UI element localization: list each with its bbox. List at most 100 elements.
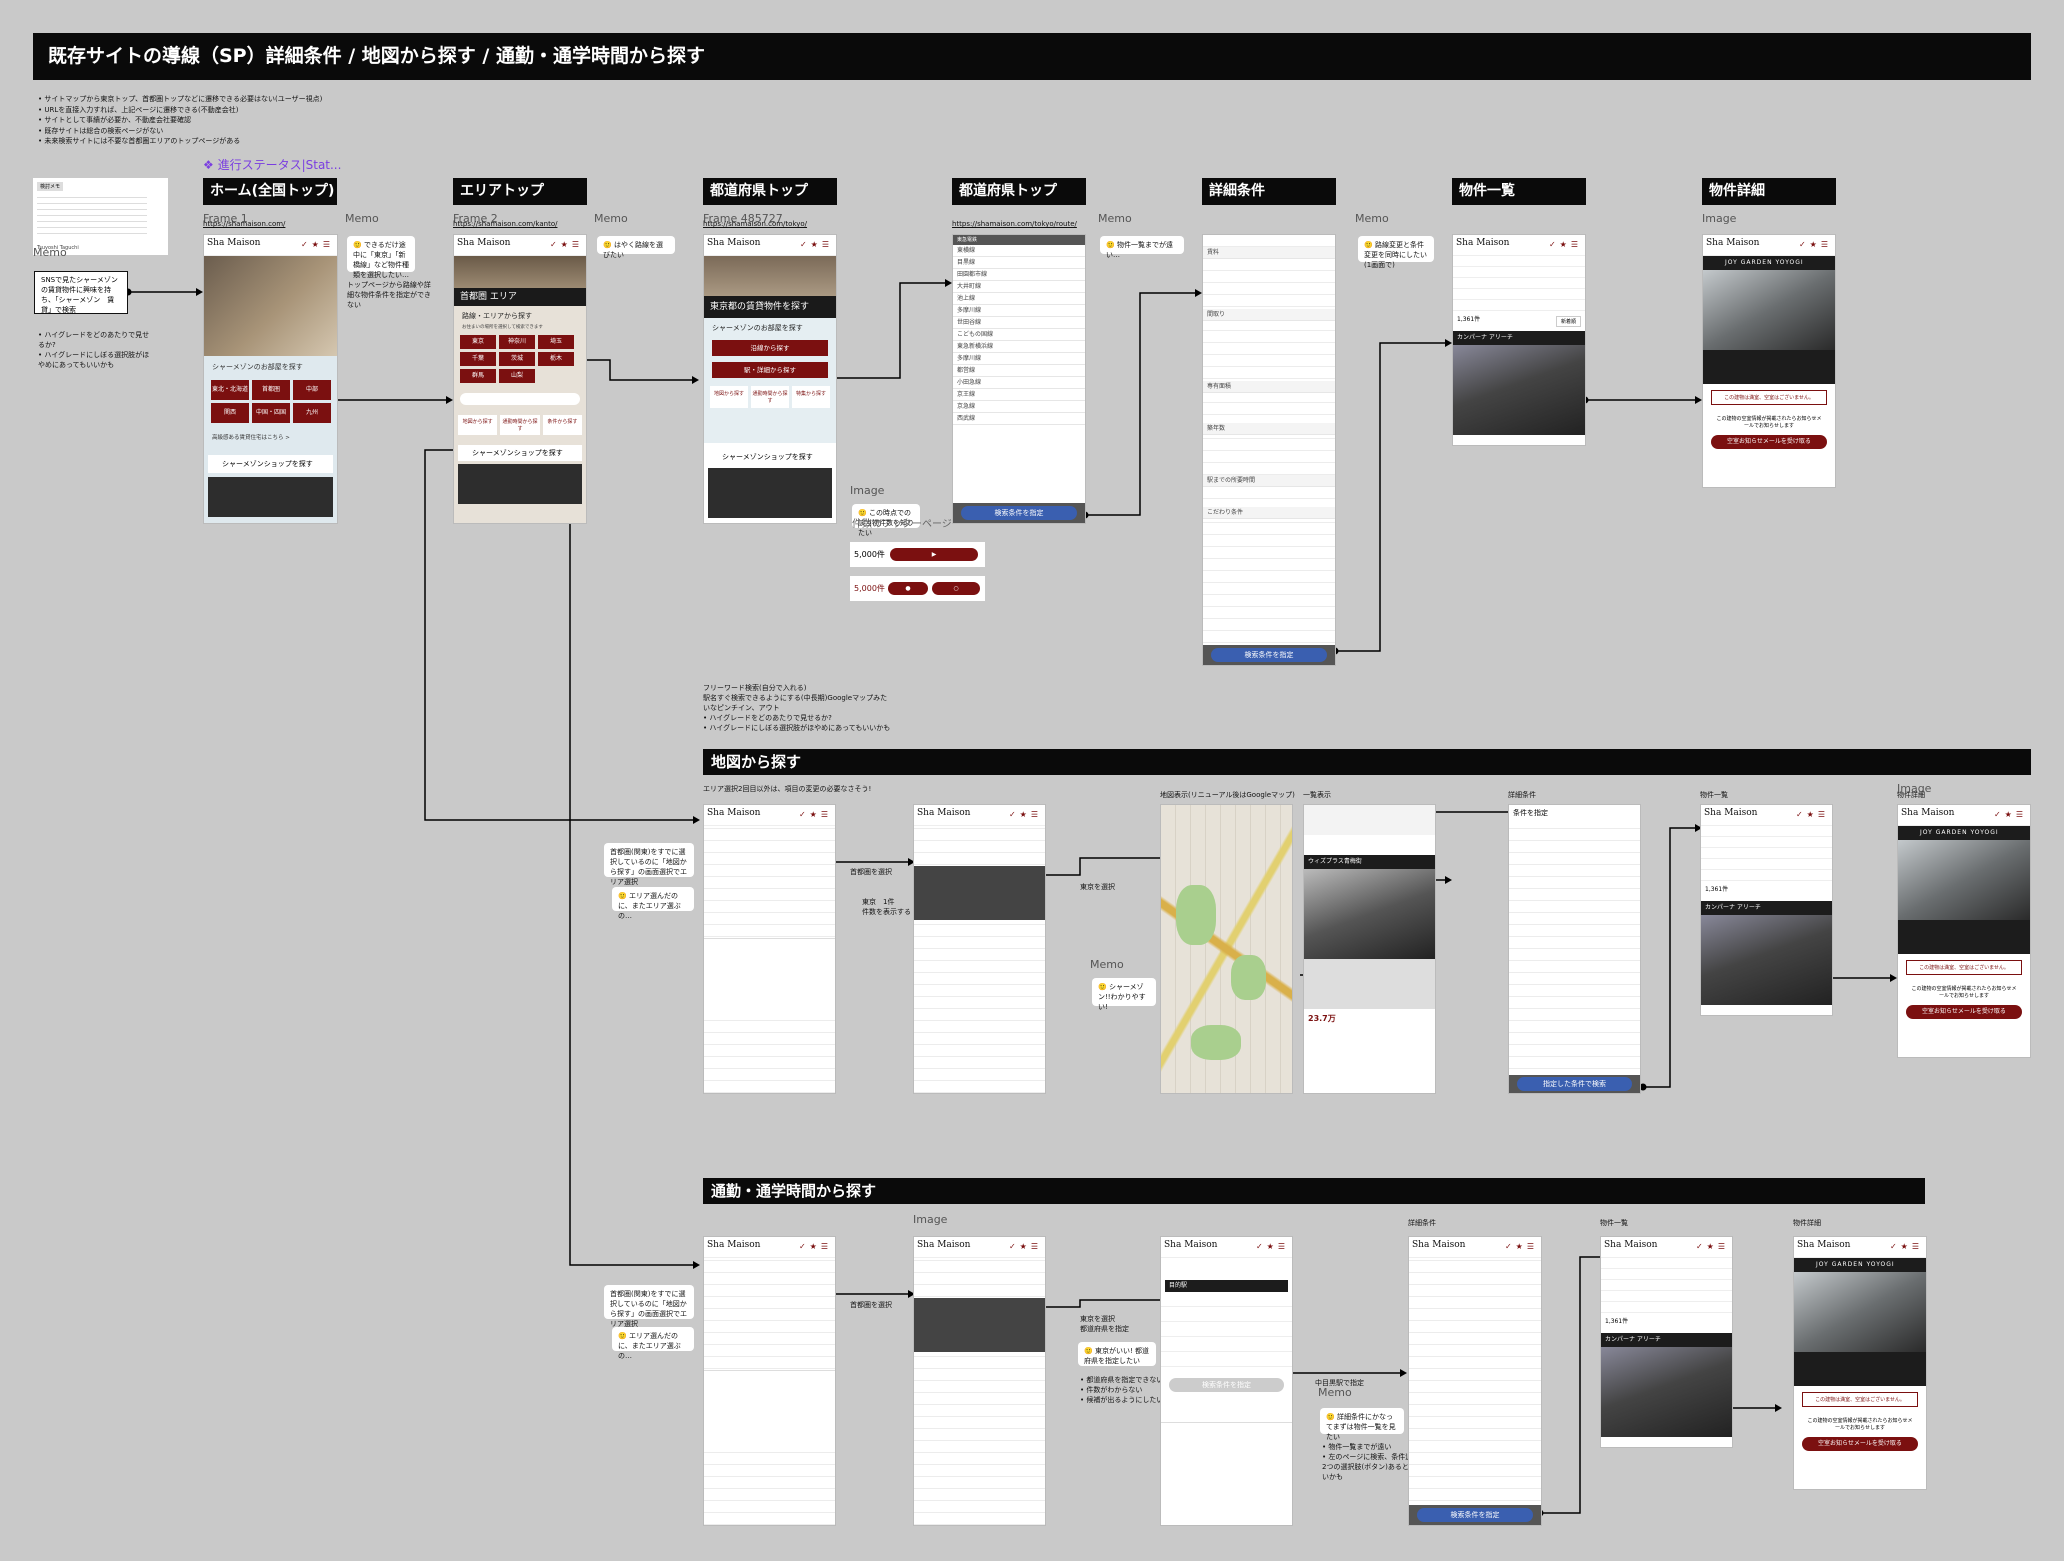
station-box[interactable]: 目的駅 (1165, 1280, 1288, 1292)
filter-rows[interactable] (1453, 256, 1585, 312)
route-cta-button[interactable]: 検索条件を指定 (961, 506, 1077, 520)
commute-station-screen: Sha Maison ✓★☰ 目的駅 検索条件を指定 (1160, 1236, 1293, 1526)
tab-feature[interactable]: 特集から探す (792, 386, 830, 408)
pref-button[interactable]: 神奈川 (499, 335, 535, 349)
filter-rows[interactable] (1701, 826, 1832, 882)
commute-cta-button[interactable]: 検索条件を指定 (1417, 1508, 1533, 1522)
detail-footer: 検索条件を指定 (1203, 645, 1335, 665)
region-button[interactable]: 中部 (293, 380, 331, 400)
property-info (1703, 350, 1835, 384)
mail-button[interactable]: 空室お知らせメールを受け取る (1906, 1005, 2022, 1019)
image-label: Image (913, 1213, 948, 1226)
shop-link[interactable]: シャーメゾンショップを探す (458, 445, 582, 461)
line-row[interactable]: 多摩川線 (953, 305, 1085, 317)
line-row[interactable]: 目黒線 (953, 257, 1085, 269)
commute-detail-title: 詳細条件 (1408, 1219, 1436, 1227)
col-head-property: 物件詳細 (1702, 178, 1836, 205)
line-row[interactable]: 東急新横浜線 (953, 341, 1085, 353)
list-tabs[interactable] (1304, 805, 1435, 835)
memo-label: Memo (345, 212, 379, 225)
line-row[interactable]: 西武線 (953, 413, 1085, 425)
line-row[interactable]: 都営線 (953, 365, 1085, 377)
shop-link[interactable]: シャーメゾンショップを探す (708, 449, 832, 465)
search-title: シャーメゾンのお部屋を探す (212, 363, 303, 371)
pref-button[interactable]: 埼玉 (538, 335, 574, 349)
tab-map[interactable]: 地図から探す (710, 386, 748, 408)
by-line-button[interactable]: 沿線から探す (712, 340, 828, 356)
tab-map[interactable]: 地図から探す (458, 415, 498, 435)
pref-button[interactable]: 群馬 (460, 369, 496, 383)
mail-button[interactable]: 空室お知らせメールを受け取る (1802, 1437, 1918, 1451)
tab-commute[interactable]: 通勤時間から探す (500, 415, 540, 435)
commute-memo-mid: 🙂 東京がいい! 都道府県を指定したい (1078, 1342, 1156, 1366)
detail-footer: 指定した条件で検索 (1509, 1075, 1640, 1093)
pref-button[interactable]: 千葉 (460, 352, 496, 366)
line-row[interactable]: 世田谷線 (953, 317, 1085, 329)
vacancy-notice: この建物は満室、空室はございません。 (1802, 1392, 1918, 1407)
url-area[interactable]: https://shamaison.com/kanto/ (453, 220, 557, 228)
pref-button[interactable]: 東京 (460, 335, 496, 349)
pref-grid[interactable] (914, 866, 1045, 920)
commute-pref-screen: Sha Maison ✓★☰ (913, 1236, 1046, 1526)
mail-text: この建物の空室情報が掲載されたらお知らせメールでお知らせします (1716, 416, 1822, 429)
route-head: 東急電鉄 (953, 235, 1085, 245)
header-icons: ✓★☰ (1255, 1242, 1289, 1251)
line-row[interactable]: こどもの国線 (953, 329, 1085, 341)
pref-hero-title: 東京都の賃貸物件を探す (704, 296, 836, 318)
cond-cta-button[interactable]: 指定した条件で検索 (1517, 1077, 1632, 1091)
list-property-price: 23.7万 (1308, 1014, 1336, 1023)
filter-rows[interactable] (1601, 1258, 1732, 1314)
map-view-screen[interactable] (1160, 804, 1293, 1094)
region-button[interactable]: 中国・四国 (252, 403, 290, 423)
line-row[interactable]: 田園都市線 (953, 269, 1085, 281)
line-row[interactable]: 京急線 (953, 401, 1085, 413)
list-property-name[interactable]: ウィズプラス青梅街 (1304, 855, 1435, 869)
logo: Sha Maison (707, 1240, 761, 1250)
by-station-button[interactable]: 駅・詳細から探す (712, 362, 828, 378)
cond-label: 築年数 (1203, 423, 1335, 435)
region-button[interactable]: 関西 (211, 403, 249, 423)
line-row[interactable]: 京王線 (953, 389, 1085, 401)
region-button[interactable]: 首都圏 (252, 380, 290, 400)
header-icons: ✓★☰ (1993, 810, 2027, 819)
tab-commute[interactable]: 通勤時間から探す (751, 386, 789, 408)
pref-button[interactable]: 栃木 (538, 352, 574, 366)
search-cta[interactable]: ○ (932, 582, 980, 595)
detail-footer: 検索条件を指定 (1409, 1505, 1541, 1525)
sort-select[interactable]: 新着順 (1555, 316, 1581, 327)
property-name[interactable]: カンパーナ アリーチ (1453, 331, 1585, 345)
url-home[interactable]: https://shamaison.com/ (203, 220, 285, 228)
area-body: 路線・エリアから探す お住まいの場所を選択して検索できます 東京 神奈川 埼玉 … (454, 306, 586, 523)
line-row[interactable]: 東横線 (953, 245, 1085, 257)
box-title: 路線・エリアから探す (462, 312, 532, 320)
region-button[interactable]: 東北・北海道 (211, 380, 249, 400)
station-cta-button[interactable]: 検索条件を指定 (1169, 1378, 1284, 1392)
tab-condition[interactable]: 条件から探す (542, 415, 582, 435)
highgrade-link[interactable]: 高級感ある賃貸住宅はこちら > (204, 423, 337, 441)
status-label[interactable]: ❖ 進行ステータス|Stat... (203, 156, 341, 173)
line-row[interactable]: 多摩川線 (953, 353, 1085, 365)
url-route[interactable]: https://shamaison.com/tokyo/route/ (952, 220, 1077, 228)
map-view-title: 地図表示(リニューアル後はGoogleマップ) (1160, 791, 1295, 799)
line-row[interactable]: 大井町線 (953, 281, 1085, 293)
pref-grid[interactable] (914, 1298, 1045, 1352)
map-park (1231, 955, 1266, 1000)
count-cta[interactable]: ▶ (890, 548, 978, 561)
save-cta[interactable]: ● (888, 582, 928, 595)
sticky-note[interactable]: 検討メモ Tsuyoshi Taguchi (33, 178, 168, 255)
url-pref[interactable]: https://shamaison.com/tokyo/ (703, 220, 807, 228)
pref-button[interactable]: 茨城 (499, 352, 535, 366)
map-detail-screen: 条件を指定 指定した条件で検索 (1508, 804, 1641, 1094)
property-name[interactable]: カンパーナ アリーチ (1601, 1333, 1732, 1347)
freeword-input[interactable] (460, 393, 580, 405)
mail-button[interactable]: 空室お知らせメールを受け取る (1711, 435, 1827, 449)
line-row[interactable]: 池上線 (953, 293, 1085, 305)
pref-button[interactable]: 山梨 (499, 369, 535, 383)
shop-link[interactable]: シャーメゾンショップを探す (208, 455, 333, 473)
service-block (704, 938, 835, 1019)
detail-cta-button[interactable]: 検索条件を指定 (1211, 648, 1327, 662)
property-name[interactable]: カンパーナ アリーチ (1701, 901, 1832, 915)
station-rows[interactable] (1161, 1292, 1292, 1372)
line-row[interactable]: 小田急線 (953, 377, 1085, 389)
region-button[interactable]: 九州 (293, 403, 331, 423)
